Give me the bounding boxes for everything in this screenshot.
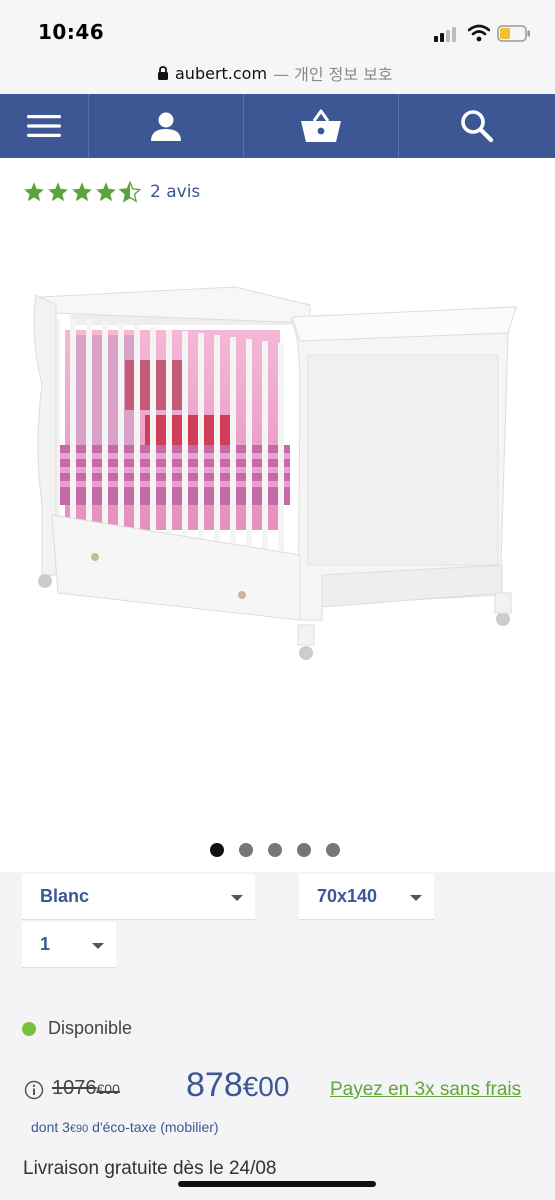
search-icon (461, 110, 494, 143)
availability-status: Disponible (22, 1018, 132, 1039)
old-price: 1076€00 (52, 1077, 120, 1099)
chevron-down-icon (410, 895, 422, 901)
rating-stars (23, 181, 141, 203)
menu-button[interactable] (0, 94, 89, 158)
quantity-select[interactable]: 1 (22, 922, 116, 968)
top-nav (0, 94, 555, 158)
eco-tax-note: dont 3€90 d'éco-taxe (mobilier) (31, 1119, 219, 1135)
carousel-dot[interactable] (268, 843, 282, 857)
carousel-dot[interactable] (297, 843, 311, 857)
account-icon (151, 112, 181, 141)
status-bar: 10:46 (0, 0, 555, 56)
chevron-down-icon (92, 943, 104, 949)
search-button[interactable] (399, 94, 555, 158)
size-select[interactable]: 70x140 (299, 874, 434, 920)
installment-payment-link[interactable]: Payez en 3x sans frais (330, 1079, 521, 1101)
home-indicator[interactable] (178, 1181, 376, 1187)
carousel-dot[interactable] (210, 843, 224, 857)
color-select[interactable]: Blanc (22, 874, 255, 920)
battery-icon (497, 25, 530, 42)
availability-label: Disponible (48, 1018, 133, 1038)
current-price: 878€00 (186, 1066, 290, 1104)
basket-button[interactable] (244, 94, 399, 158)
product-image[interactable] (30, 275, 525, 675)
carousel-dot[interactable] (239, 843, 253, 857)
delivery-info: Livraison gratuite dès le 24/08 (23, 1158, 277, 1179)
url-bar[interactable]: aubert.com — 개인 정보 보호 (0, 56, 555, 94)
price-row: 1076€00 878€00 Payez en 3x sans frais (24, 1066, 544, 1110)
url-domain: aubert.com (175, 63, 268, 83)
carousel-dot[interactable] (326, 843, 340, 857)
star-full-icon (96, 182, 116, 202)
account-button[interactable] (89, 94, 244, 158)
status-time: 10:46 (38, 20, 105, 44)
menu-icon (27, 115, 61, 137)
color-select-value: Blanc (40, 886, 90, 906)
star-half-icon (119, 181, 141, 203)
product-rating[interactable]: 2 avis (23, 181, 200, 203)
info-icon[interactable] (24, 1080, 44, 1100)
url-privacy-note: — 개인 정보 보호 (273, 65, 393, 84)
reviews-count: 2 avis (150, 182, 201, 202)
basket-icon (301, 109, 341, 142)
availability-dot-icon (22, 1021, 36, 1036)
star-full-icon (24, 182, 44, 202)
wifi-icon (468, 24, 490, 42)
chevron-down-icon (231, 895, 243, 901)
star-full-icon (72, 182, 92, 202)
cellular-signal-icon (434, 26, 460, 42)
carousel-dots (210, 843, 340, 857)
star-full-icon (48, 182, 68, 202)
quantity-select-value: 1 (40, 934, 51, 954)
size-select-value: 70x140 (317, 886, 378, 906)
lock-icon (158, 66, 168, 80)
